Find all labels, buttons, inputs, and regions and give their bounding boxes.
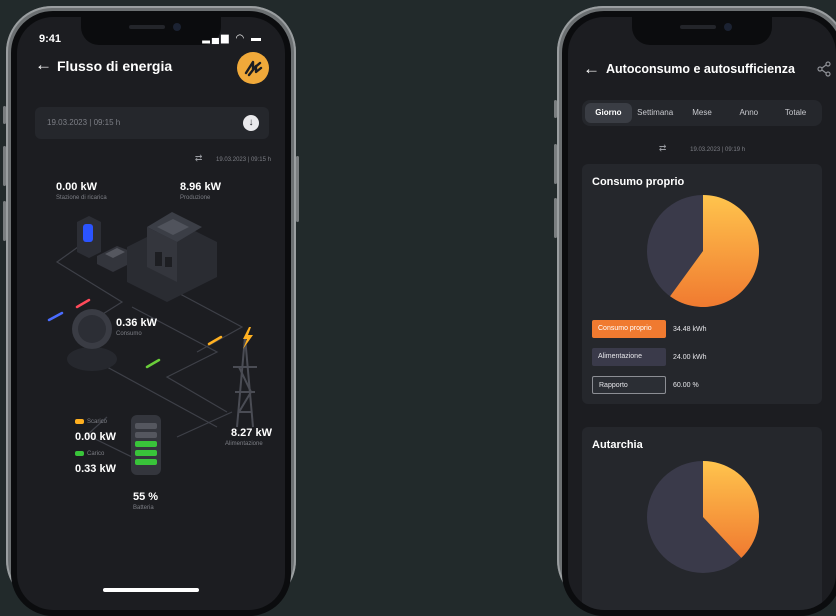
legend-alimentazione: Alimentazione (592, 348, 666, 366)
tab-anno[interactable]: Anno (725, 103, 772, 123)
tab-mese[interactable]: Mese (679, 103, 726, 123)
batteria-value: 55 % (133, 491, 159, 503)
screen-energy-flow: 9:41 ▂▄▆ ◠ ▬ ← Flusso di energia 19.03.2… (17, 17, 285, 610)
legend-rapporto: Rapporto (592, 376, 666, 394)
legend-value: 24.00 kWh (673, 353, 707, 361)
tab-totale[interactable]: Totale (772, 103, 819, 123)
card-title: Autarchia (592, 439, 643, 451)
period-tabs: Giorno Settimana Mese Anno Totale (582, 100, 822, 126)
consumo-value: 0.36 kW (116, 317, 157, 329)
discharge-icon (75, 419, 84, 424)
scarico-value: 0.00 kW (75, 431, 116, 443)
refresh-icon[interactable]: ⇄ (659, 143, 667, 153)
sync-status: ⇄ 19.03.2023 | 09:19 h (568, 143, 836, 154)
produzione-value: 8.96 kW (180, 181, 221, 193)
alimentazione-value: 8.27 kW (231, 427, 272, 439)
stazione-value: 0.00 kW (56, 181, 97, 193)
card-title: Consumo proprio (592, 176, 685, 188)
side-button (554, 198, 557, 238)
side-button (3, 106, 6, 124)
stazione-label: Stazione di ricarica (56, 195, 107, 201)
pie-chart-consumo (647, 195, 759, 307)
carico-value: 0.33 kW (75, 463, 116, 475)
side-button (3, 201, 6, 241)
house (127, 212, 217, 302)
home-indicator[interactable] (103, 588, 199, 592)
legend-value: 60.00 % (673, 381, 699, 389)
notch (632, 17, 772, 45)
consumption-meter (67, 309, 117, 371)
tab-giorno[interactable]: Giorno (585, 103, 632, 123)
legend-row: Consumo proprio 34.48 kWh (592, 320, 706, 338)
consumo-label: Consumo (116, 331, 142, 337)
phone-left: 9:41 ▂▄▆ ◠ ▬ ← Flusso di energia 19.03.2… (3, 6, 299, 616)
side-button (554, 144, 557, 184)
share-icon[interactable] (816, 61, 832, 77)
side-button (296, 156, 299, 222)
produzione-label: Produzione (180, 195, 211, 201)
legend-value: 34.48 kWh (673, 325, 707, 333)
legend-row: Alimentazione 24.00 kWh (592, 348, 706, 366)
legend-row: Rapporto 60.00 % (592, 376, 699, 394)
phone-right: ← Autoconsumo e autosufficienza Giorno S… (554, 6, 836, 616)
card-consumo-proprio: Consumo proprio Consumo proprio 34.48 kW… (582, 164, 822, 404)
screen-self-consumption: ← Autoconsumo e autosufficienza Giorno S… (568, 17, 836, 610)
side-button (3, 146, 6, 186)
batteria-label: Batteria (133, 505, 154, 511)
battery-unit (131, 415, 161, 475)
charging-station (77, 216, 101, 258)
sync-time: 19.03.2023 | 09:19 h (690, 147, 746, 153)
tab-settimana[interactable]: Settimana (632, 103, 679, 123)
charge-icon (75, 451, 84, 456)
page-title: Autoconsumo e autosufficienza (606, 62, 795, 76)
side-button (554, 100, 557, 118)
carico-label: Carico (75, 451, 104, 457)
pie-chart-autarchia (647, 461, 759, 573)
alimentazione-label: Alimentazione (225, 441, 263, 447)
back-arrow-icon[interactable]: ← (583, 59, 600, 79)
energy-flow-diagram (47, 212, 257, 475)
scarico-label: Scarico (75, 419, 107, 425)
power-pylon (233, 327, 257, 428)
card-autarchia: Autarchia (582, 427, 822, 610)
legend-consumo-proprio: Consumo proprio (592, 320, 666, 338)
